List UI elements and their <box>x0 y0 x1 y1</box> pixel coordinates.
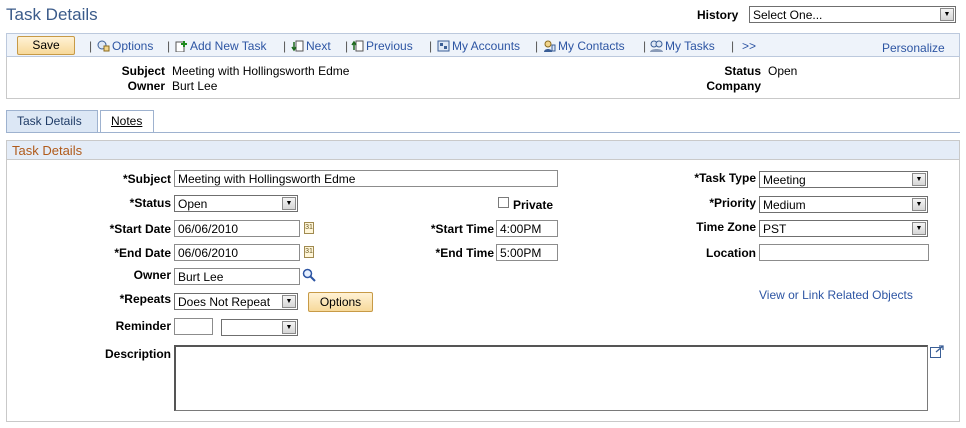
task-summary: Subject Meeting with Hollingsworth Edme … <box>6 57 960 99</box>
repeats-label: *Repeats <box>119 292 171 306</box>
options-link[interactable]: Options <box>97 39 153 53</box>
private-checkbox[interactable] <box>498 197 509 208</box>
toolbar-separator: | <box>731 39 735 53</box>
accounts-icon <box>437 40 450 52</box>
add-task-icon <box>175 41 187 52</box>
options-icon <box>97 40 110 52</box>
my-tasks-link[interactable]: My Tasks <box>650 39 715 53</box>
subject-label: *Subject <box>122 172 171 186</box>
toolbar-separator: | <box>167 39 171 53</box>
previous-icon <box>351 40 364 52</box>
personalize-link[interactable]: Personalize <box>882 41 945 55</box>
add-new-task-label: Add New Task <box>190 39 267 53</box>
description-textarea[interactable] <box>174 345 928 411</box>
location-input[interactable] <box>759 244 929 261</box>
reminder-unit-select[interactable]: ▼ <box>221 319 298 336</box>
my-contacts-label: My Contacts <box>558 39 625 53</box>
time-zone-select-value: PST <box>763 222 787 236</box>
start-time-label: *Start Time <box>430 222 494 236</box>
chevron-down-icon: ▼ <box>282 197 296 210</box>
owner-input[interactable]: Burt Lee <box>174 268 300 285</box>
summary-company-label: Company <box>706 79 761 93</box>
chevron-down-icon: ▼ <box>282 321 296 334</box>
summary-subject-value: Meeting with Hollingsworth Edme <box>172 64 350 78</box>
search-icon[interactable] <box>302 268 316 282</box>
summary-subject-label: Subject <box>121 64 165 78</box>
tab-divider <box>6 132 960 133</box>
end-time-input[interactable]: 5:00PM <box>496 244 558 261</box>
start-date-input[interactable]: 06/06/2010 <box>174 220 300 237</box>
previous-label: Previous <box>366 39 413 53</box>
my-accounts-link[interactable]: My Accounts <box>437 39 520 53</box>
toolbar-separator: | <box>89 39 93 53</box>
description-label: Description <box>104 347 171 361</box>
location-label: Location <box>706 246 756 260</box>
add-new-task-link[interactable]: Add New Task <box>175 39 266 53</box>
chevron-down-icon: ▼ <box>282 295 296 308</box>
toolbar-separator: | <box>429 39 433 53</box>
summary-status-label: Status <box>724 64 761 78</box>
time-zone-label: Time Zone <box>696 220 756 234</box>
history-select-value: Select One... <box>753 8 823 22</box>
next-link[interactable]: Next <box>291 39 331 53</box>
end-time-label: *End Time <box>435 246 494 260</box>
my-accounts-label: My Accounts <box>452 39 521 53</box>
private-label: Private <box>513 198 554 212</box>
tasks-icon <box>650 40 663 52</box>
calendar-icon[interactable]: 31 <box>304 246 314 258</box>
repeats-select-value: Does Not Repeat <box>178 295 271 309</box>
end-date-input[interactable]: 06/06/2010 <box>174 244 300 261</box>
toolbar-separator: | <box>535 39 539 53</box>
tab-task-details[interactable]: Task Details <box>6 110 98 132</box>
status-select-value: Open <box>178 197 208 211</box>
owner-label: Owner <box>133 268 171 282</box>
toolbar: Save | Options | Add New Task | Next | P… <box>6 33 960 57</box>
save-button[interactable]: Save <box>17 36 75 55</box>
toolbar-separator: | <box>643 39 647 53</box>
section-title: Task Details <box>7 141 959 160</box>
toolbar-separator: | <box>283 39 287 53</box>
summary-status-value: Open <box>768 64 798 78</box>
time-zone-select[interactable]: PST ▼ <box>759 220 928 237</box>
page-title: Task Details <box>6 5 98 24</box>
reminder-input[interactable] <box>174 318 213 335</box>
next-label: Next <box>306 39 331 53</box>
calendar-icon[interactable]: 31 <box>304 222 314 234</box>
contacts-icon <box>544 40 556 52</box>
my-contacts-link[interactable]: My Contacts <box>543 39 625 53</box>
my-tasks-label: My Tasks <box>665 39 715 53</box>
tab-notes[interactable]: Notes <box>100 110 154 132</box>
reminder-label: Reminder <box>115 319 171 333</box>
priority-label: *Priority <box>709 196 756 210</box>
chevron-down-icon: ▼ <box>912 222 926 235</box>
subject-input[interactable]: Meeting with Hollingsworth Edme <box>174 170 558 187</box>
history-select[interactable]: Select One... ▼ <box>749 6 956 23</box>
more-link[interactable]: >> <box>742 39 756 53</box>
toolbar-separator: | <box>345 39 349 53</box>
status-label: *Status <box>129 196 171 210</box>
options-label: Options <box>112 39 154 53</box>
chevron-down-icon: ▼ <box>912 198 926 211</box>
repeat-options-button[interactable]: Options <box>308 292 373 312</box>
start-time-input[interactable]: 4:00PM <box>496 220 558 237</box>
priority-select-value: Medium <box>763 198 806 212</box>
previous-link[interactable]: Previous <box>351 39 413 53</box>
summary-owner-value: Burt Lee <box>172 79 218 93</box>
start-date-label: *Start Date <box>109 222 171 236</box>
summary-owner-label: Owner <box>127 79 165 93</box>
repeats-select[interactable]: Does Not Repeat ▼ <box>174 293 298 310</box>
expand-icon[interactable] <box>930 345 944 358</box>
task-type-select[interactable]: Meeting ▼ <box>759 171 928 188</box>
chevron-down-icon: ▼ <box>912 173 926 186</box>
end-date-label: *End Date <box>114 246 171 260</box>
task-type-label: *Task Type <box>694 171 756 185</box>
next-icon <box>291 40 304 52</box>
chevron-down-icon: ▼ <box>940 8 954 21</box>
task-type-select-value: Meeting <box>763 173 806 187</box>
status-select[interactable]: Open ▼ <box>174 195 298 212</box>
view-related-objects-link[interactable]: View or Link Related Objects <box>759 288 913 302</box>
priority-select[interactable]: Medium ▼ <box>759 196 928 213</box>
history-label: History <box>697 8 739 22</box>
